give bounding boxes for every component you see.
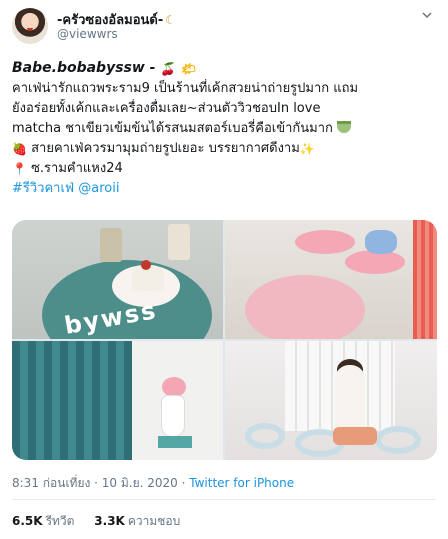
chevron-down-icon[interactable] — [422, 10, 432, 20]
tweet: -ครัวซองอัลมอนด์- ☾ @viewwrs Babe.bobabys… — [0, 0, 448, 539]
retweets-count: 6.5K — [12, 514, 43, 528]
tweet-line-1: Babe.bobabyssw - 🍒 🌤 — [12, 58, 436, 79]
photo-cafe-table[interactable]: bywss — [12, 220, 223, 339]
photo-person-tyres[interactable] — [225, 341, 437, 460]
matcha-icon — [337, 121, 352, 133]
tweet-line-5-text: สายคาเฟ่ควรมามุมถ่ายรูปเยอะ บรรยากาศดีงา… — [31, 141, 300, 156]
display-name-text: -ครัวซองอัลมอนด์- — [57, 13, 164, 28]
media-grid: bywss — [12, 220, 437, 460]
tweet-line-6-text: ซ.รามคำแหง24 — [31, 161, 123, 176]
photo-curtain-vase[interactable] — [12, 341, 223, 460]
tweet-line-7: #รีวิวคาเฟ่ @aroii — [12, 179, 436, 199]
tweet-stats: 6.5K รีทวีต 3.3K ความชอบ — [12, 512, 196, 531]
sparkle-icon: ✨ — [299, 142, 315, 156]
tweet-line-3: ยังอร่อยทั้งเค้กและเครื่องดื่มเลย~ส่วนตั… — [12, 101, 321, 116]
likes-label: ความชอบ — [127, 514, 181, 528]
tweet-line-6: 📍 ซ.รามคำแหง24 — [12, 159, 436, 179]
avatar[interactable] — [12, 8, 48, 44]
hashtag-link[interactable]: #รีวิวคาเฟ่ — [12, 181, 74, 196]
pin-icon: 📍 — [12, 162, 27, 176]
mention-link[interactable]: @aroii — [78, 181, 119, 196]
tweet-time[interactable]: 8:31 ก่อนเที่ยง — [12, 476, 90, 490]
tweet-text: Babe.bobabyssw - 🍒 🌤 คาเฟ่น่ารักแถวพระรา… — [12, 58, 436, 199]
tweet-line-5: 🍓 สายคาเฟ่ควรมามุมถ่ายรูปเยอะ บรรยากาศดี… — [12, 139, 436, 159]
tweet-source-link[interactable]: Twitter for iPhone — [189, 476, 294, 490]
tweet-line-4: matcha ชาเขียวเข้มข้นได้รสนมสตอร์เบอรี่ค… — [12, 119, 436, 139]
photo-cakes-stands[interactable] — [225, 220, 437, 339]
sun-icon: 🌤 — [180, 62, 196, 76]
divider — [12, 499, 436, 500]
croissant-icon: ☾ — [165, 13, 176, 27]
venue-name: Babe.bobabyssw — [12, 60, 145, 76]
tweet-date[interactable]: 10 มิ.ย. 2020 — [102, 476, 178, 490]
likes-stat[interactable]: 3.3K ความชอบ — [94, 512, 180, 531]
retweets-stat[interactable]: 6.5K รีทวีต — [12, 512, 74, 531]
meta-dot: · — [177, 476, 190, 490]
separator: - — [144, 60, 161, 76]
strawberry-icon: 🍓 — [12, 142, 27, 156]
likes-count: 3.3K — [94, 514, 125, 528]
tweet-meta: 8:31 ก่อนเที่ยง · 10 มิ.ย. 2020 · Twitte… — [12, 474, 294, 493]
author-handle[interactable]: @viewwrs — [57, 27, 118, 41]
tweet-line-2: คาเฟ่น่ารักแถวพระราม9 เป็นร้านที่เค้กสวย… — [12, 81, 359, 96]
tweet-line-4-text: matcha ชาเขียวเข้มข้นได้รสนมสตอร์เบอรี่ค… — [12, 121, 333, 136]
meta-dot: · — [90, 476, 102, 490]
retweets-label: รีทวีต — [45, 514, 75, 528]
cherry-icon: 🍒 — [160, 62, 176, 76]
